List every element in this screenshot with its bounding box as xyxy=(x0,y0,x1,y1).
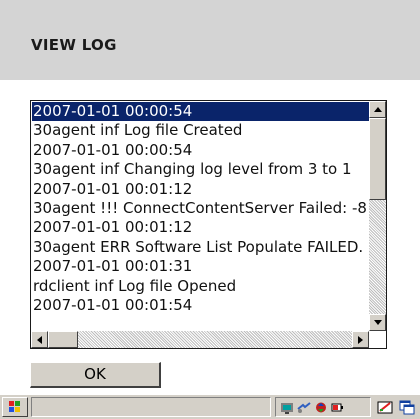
log-line[interactable]: 2007-01-01 00:01:12 xyxy=(32,180,370,199)
scroll-left-button[interactable] xyxy=(31,331,48,348)
log-line[interactable]: rdclient inf Log file Opened xyxy=(32,277,370,296)
log-line[interactable]: 2007-01-01 00:01:12 xyxy=(32,218,370,237)
vertical-scrollbar[interactable] xyxy=(369,101,386,331)
log-line[interactable]: 2007-01-01 00:00:54 xyxy=(32,141,370,160)
arrow-down-icon xyxy=(373,320,382,325)
scroll-right-button[interactable] xyxy=(352,331,369,348)
arrow-right-icon xyxy=(358,335,363,344)
taskbar xyxy=(0,394,420,419)
log-line[interactable]: 30agent !!! ConnectContentServer Failed:… xyxy=(32,199,370,218)
log-line[interactable]: 30agent inf Log file Created xyxy=(32,121,370,140)
horizontal-scroll-thumb[interactable] xyxy=(48,331,78,348)
horizontal-scrollbar[interactable] xyxy=(31,331,369,348)
log-listbox[interactable]: 2007-01-01 00:00:54 30agent inf Log file… xyxy=(30,100,387,349)
vertical-scroll-thumb[interactable] xyxy=(369,118,386,200)
log-line[interactable]: 2007-01-01 00:00:54 xyxy=(32,102,370,122)
connection-icon[interactable] xyxy=(297,401,311,414)
header-bar: VIEW LOG xyxy=(0,0,420,80)
ok-button[interactable]: OK xyxy=(30,362,161,388)
log-line[interactable]: 30agent inf Changing log level from 3 to… xyxy=(32,160,370,179)
arrow-up-icon xyxy=(373,107,382,112)
input-panel-icon[interactable] xyxy=(375,397,395,417)
scroll-up-button[interactable] xyxy=(369,101,386,118)
taskbar-task-area[interactable] xyxy=(31,397,271,417)
start-flag-icon xyxy=(9,401,21,413)
window-switch-icon[interactable] xyxy=(397,397,417,417)
scrollbar-corner xyxy=(369,331,386,348)
power-icon[interactable] xyxy=(331,401,345,414)
sync-icon[interactable] xyxy=(314,401,328,414)
log-line[interactable]: 30agent ERR Software List Populate FAILE… xyxy=(32,238,370,257)
log-line[interactable]: 2007-01-01 00:01:31 xyxy=(32,257,370,276)
log-line[interactable]: 2007-01-01 00:01:54 xyxy=(32,296,370,315)
page-title: VIEW LOG xyxy=(31,36,117,54)
log-lines: 2007-01-01 00:00:54 30agent inf Log file… xyxy=(32,102,370,331)
system-tray xyxy=(275,397,371,417)
scroll-down-button[interactable] xyxy=(369,314,386,331)
start-button[interactable] xyxy=(2,397,28,417)
arrow-left-icon xyxy=(37,335,42,344)
network-icon[interactable] xyxy=(280,401,294,414)
